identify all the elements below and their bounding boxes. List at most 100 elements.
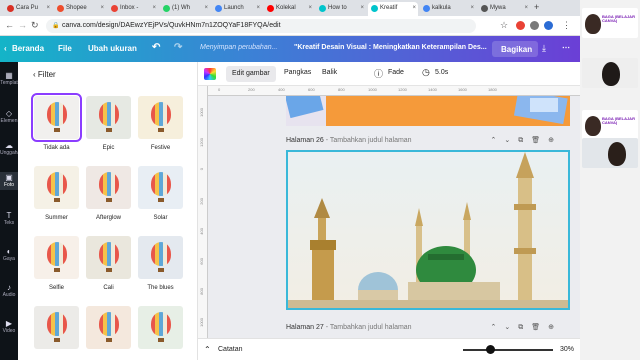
fade-button[interactable]: Fade xyxy=(388,69,404,76)
filter-option[interactable] xyxy=(137,306,184,355)
filter-option[interactable]: Cali xyxy=(85,236,132,291)
flip-button[interactable]: Balik xyxy=(322,69,337,76)
chevron-down-icon[interactable]: ⌄ xyxy=(504,137,518,144)
selected-image-mosque[interactable] xyxy=(286,150,570,310)
notes-button[interactable]: Catatan xyxy=(218,346,243,353)
file-menu-button[interactable]: File xyxy=(58,44,72,53)
rail-item-uploads[interactable]: ☁ Unggahan xyxy=(0,142,23,156)
video-tile[interactable] xyxy=(582,138,638,168)
video-tile[interactable]: BAGA (BELAJAR CANVA) xyxy=(582,110,638,140)
notes-chevron-icon[interactable]: ⌃ xyxy=(204,345,211,354)
crop-button[interactable]: Pangkas xyxy=(284,69,311,76)
filter-thumbnail xyxy=(34,166,79,209)
chevron-up-icon[interactable]: ⌃ xyxy=(490,137,504,144)
download-icon[interactable]: ⤓ xyxy=(542,43,546,54)
browser-tab[interactable]: Shopee × xyxy=(54,2,106,16)
browser-tab[interactable]: (1) Wh × xyxy=(160,2,210,16)
forward-arrow-icon[interactable]: → xyxy=(18,20,27,30)
rail-item-photos[interactable]: ▣ Foto xyxy=(0,172,18,190)
browser-menu-icon[interactable]: ⋮ xyxy=(562,20,571,31)
filter-option[interactable]: Selfie xyxy=(33,236,80,291)
page-27-label[interactable]: Halaman 27 - Tambahkan judul halaman xyxy=(286,324,412,331)
close-icon[interactable]: × xyxy=(470,5,474,11)
close-icon[interactable]: × xyxy=(46,5,50,11)
filter-option[interactable] xyxy=(85,306,132,355)
previous-page-preview[interactable] xyxy=(284,86,570,126)
duplicate-icon[interactable]: ⧉ xyxy=(518,137,531,144)
duration-button[interactable]: 5.0s xyxy=(435,69,448,76)
filter-option[interactable] xyxy=(33,306,80,355)
filter-option[interactable]: Summer xyxy=(33,166,80,221)
filter-panel: ‹ Filter Tidak ada Epic Festive Summer After… xyxy=(18,62,213,360)
close-icon[interactable]: × xyxy=(524,5,528,11)
share-button[interactable]: Bagikan xyxy=(492,41,538,57)
video-tile[interactable] xyxy=(582,58,638,88)
rail-item-styles[interactable]: ◐ Gaya xyxy=(0,248,18,262)
filter-option[interactable]: Tidak ada xyxy=(31,93,82,151)
page-25-artwork xyxy=(284,86,568,126)
browser-tab[interactable]: Mywa × xyxy=(478,2,530,16)
close-icon[interactable]: × xyxy=(308,5,312,11)
filter-option[interactable]: Festive xyxy=(137,96,184,151)
filter-option[interactable]: Afterglow xyxy=(85,166,132,221)
extension-icon[interactable] xyxy=(516,21,525,30)
design-title[interactable]: "Kreatif Desain Visual : Meningkatkan Ke… xyxy=(294,44,487,51)
filter-option[interactable]: Solar xyxy=(137,166,184,221)
browser-tab[interactable]: Launch × xyxy=(212,2,262,16)
chevron-down-icon[interactable]: ⌄ xyxy=(504,324,518,331)
chevron-up-icon[interactable]: ⌃ xyxy=(490,324,504,331)
zoom-level[interactable]: 30% xyxy=(560,346,574,353)
ruler-tick-label: 800 xyxy=(199,288,204,295)
participant-name: BAGA (BELAJAR CANVA) xyxy=(602,14,635,24)
more-icon[interactable]: ⋯ xyxy=(562,43,570,52)
filter-option[interactable]: Epic xyxy=(85,96,132,151)
profile-avatar[interactable] xyxy=(544,21,553,30)
zoom-slider-handle[interactable] xyxy=(486,345,495,354)
home-button[interactable]: Beranda xyxy=(12,44,44,53)
zoom-slider[interactable] xyxy=(463,349,553,351)
close-icon[interactable]: × xyxy=(412,5,416,11)
close-icon[interactable]: × xyxy=(204,5,208,11)
resize-button[interactable]: Ubah ukuran xyxy=(88,44,137,53)
close-icon[interactable]: × xyxy=(360,5,364,11)
extension-icon[interactable] xyxy=(530,21,539,30)
filter-back-button[interactable]: ‹ Filter xyxy=(33,70,56,79)
duplicate-icon[interactable]: ⧉ xyxy=(518,324,531,331)
chevron-left-icon: ‹ xyxy=(33,70,36,79)
save-status: Menyimpan perubahan... xyxy=(200,44,278,51)
undo-icon[interactable]: ↶ xyxy=(152,42,160,53)
back-arrow-icon[interactable]: ← xyxy=(5,20,14,30)
edit-image-button[interactable]: Edit gambar xyxy=(226,66,276,82)
video-tile[interactable]: BAGA (BELAJAR CANVA) xyxy=(582,8,638,38)
reload-icon[interactable]: ↻ xyxy=(31,20,39,31)
browser-tab[interactable]: Cara Pu × xyxy=(4,2,52,16)
trash-icon[interactable]: 🗑 xyxy=(531,324,548,331)
close-icon[interactable]: × xyxy=(152,5,156,11)
timer-icon[interactable]: ◷ xyxy=(422,67,430,78)
chevron-left-icon[interactable]: ‹ xyxy=(4,44,7,53)
page-26-label[interactable]: Halaman 26 - Tambahkan judul halaman xyxy=(286,137,412,144)
close-icon[interactable]: × xyxy=(100,5,104,11)
new-tab-button[interactable]: + xyxy=(534,2,539,12)
add-page-icon[interactable]: ⊕ xyxy=(548,137,562,144)
add-page-icon[interactable]: ⊕ xyxy=(548,324,562,331)
info-icon[interactable]: ⓘ xyxy=(374,67,383,80)
rail-item-elements[interactable]: ◇ Elemen xyxy=(0,110,18,124)
rail-item-templates[interactable]: ▦ Templat xyxy=(0,72,18,86)
browser-tab-active[interactable]: Kreatif × xyxy=(368,2,418,16)
bookmark-star-icon[interactable]: ☆ xyxy=(500,20,508,31)
trash-icon[interactable]: 🗑 xyxy=(531,137,548,144)
browser-tab[interactable]: Kolekal × xyxy=(264,2,314,16)
browser-tab[interactable]: Inbox - × xyxy=(108,2,158,16)
browser-tab[interactable]: kalkula × xyxy=(420,2,476,16)
filter-thumbnail xyxy=(138,236,183,279)
url-field[interactable]: 🔒 canva.com/design/DAEwzYEjPVs/QuvkHNm7n… xyxy=(46,19,476,33)
color-swatch-icon[interactable] xyxy=(204,68,216,80)
rail-item-video[interactable]: ▶ Video xyxy=(0,320,18,334)
filter-option[interactable]: The blues xyxy=(137,236,184,291)
redo-icon[interactable]: ↷ xyxy=(174,42,182,53)
rail-item-audio[interactable]: ♪ Audio xyxy=(0,284,18,298)
browser-tab[interactable]: How to × xyxy=(316,2,366,16)
close-icon[interactable]: × xyxy=(256,5,260,11)
rail-item-text[interactable]: T Teks xyxy=(0,212,18,226)
